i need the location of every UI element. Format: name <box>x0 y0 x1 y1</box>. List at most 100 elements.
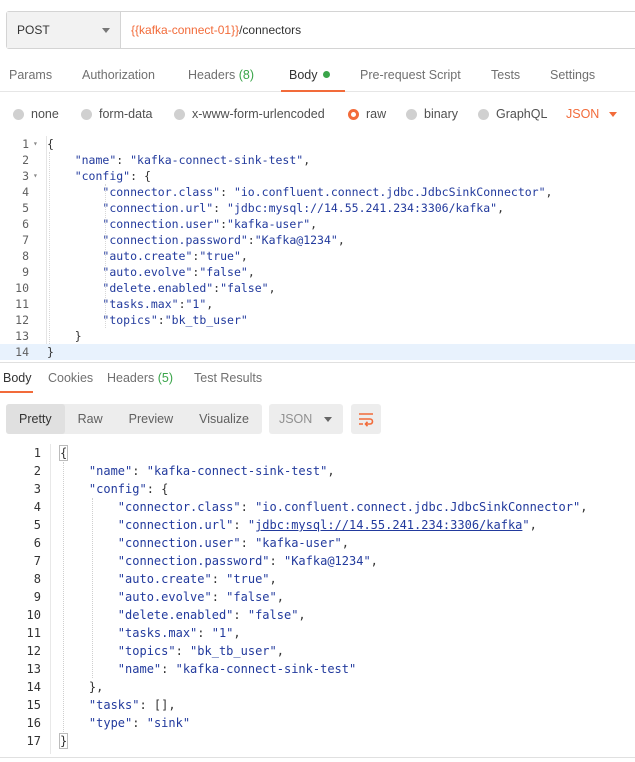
chevron-down-icon <box>323 416 332 422</box>
line-number: 13 <box>15 329 29 343</box>
response-tab-cookies[interactable]: Cookies <box>48 371 93 385</box>
code-text: } <box>58 732 69 750</box>
body-modified-dot-icon <box>322 71 330 78</box>
active-response-tab-indicator <box>0 391 33 393</box>
response-line: 17} <box>0 732 635 750</box>
code-text: } <box>47 345 54 359</box>
radio-button-icon <box>174 108 185 120</box>
editor-line: 6 "connection.user":"kafka-user", <box>0 216 635 232</box>
response-tab-headers[interactable]: Headers (5) <box>107 371 173 385</box>
request-body-editor[interactable]: 1 ▾ {2 "name": "kafka-connect-sink-test", 3… <box>0 136 635 360</box>
code-text: "tasks.max": "1", <box>117 626 241 640</box>
code-text: "connection.user": "kafka-user", <box>117 536 350 550</box>
wrap-lines-button[interactable] <box>350 404 381 434</box>
code-text: } <box>47 329 82 343</box>
code-text: "connector.class": "io.confluent.connect… <box>117 500 588 514</box>
radio-raw[interactable]: raw <box>348 107 386 121</box>
code-text: { <box>58 444 69 462</box>
code-text: "auto.evolve": "false", <box>117 590 284 604</box>
code-text: }, <box>60 680 104 694</box>
wrap-lines-icon <box>358 413 374 427</box>
response-line: 6 "connection.user": "kafka-user", <box>0 534 635 552</box>
body-type-options: none form-data x-www-form-urlencoded raw… <box>0 100 635 128</box>
line-number: 2 <box>22 153 29 167</box>
response-headers-count: (5) <box>157 371 174 385</box>
tab-headers[interactable]: Headers (8) <box>188 68 254 82</box>
radio-selected-icon <box>348 108 359 120</box>
editor-line: 5 "connection.url": "jdbc:mysql://14.55.… <box>0 200 635 216</box>
response-line: 3 "config": { <box>0 480 635 498</box>
response-line: 12 "topics": "bk_tb_user", <box>0 642 635 660</box>
radio-none[interactable]: none <box>13 107 59 121</box>
line-number: 17 <box>26 734 41 748</box>
radio-binary[interactable]: binary <box>406 107 458 121</box>
url-input[interactable]: {{kafka-connect-01}}/connectors <box>121 12 635 48</box>
response-tabs: Body Cookies Headers (5) Test Results <box>0 362 635 393</box>
active-tab-indicator <box>281 90 345 92</box>
code-text: "name": "kafka-connect-sink-test", <box>74 153 311 167</box>
code-text: { <box>47 137 54 151</box>
headers-count: (8) <box>238 68 255 82</box>
line-number: 11 <box>15 297 29 311</box>
view-raw-button[interactable]: Raw <box>65 404 116 434</box>
line-number: 1 <box>22 137 29 151</box>
line-number: 10 <box>15 281 29 295</box>
response-line: 1{ <box>0 444 635 462</box>
tab-params[interactable]: Params <box>9 68 52 82</box>
editor-line: 2 "name": "kafka-connect-sink-test", <box>0 152 635 168</box>
line-number: 4 <box>33 500 41 514</box>
tab-tests[interactable]: Tests <box>491 68 520 82</box>
editor-line: 14} <box>0 344 635 360</box>
editor-line: 3 ▾ "config": { <box>0 168 635 184</box>
tab-settings[interactable]: Settings <box>550 68 595 82</box>
response-line: 16 "type": "sink" <box>0 714 635 732</box>
radio-graphql[interactable]: GraphQL <box>478 107 547 121</box>
view-visualize-button[interactable]: Visualize <box>186 404 262 434</box>
response-line: 13 "name": "kafka-connect-sink-test" <box>0 660 635 678</box>
code-text: "auto.create":"true", <box>102 249 248 263</box>
tab-authorization[interactable]: Authorization <box>82 68 155 82</box>
chevron-down-icon <box>102 27 110 33</box>
code-text: "connection.password":"Kafka@1234", <box>102 233 345 247</box>
method-select[interactable]: POST <box>7 12 121 48</box>
line-number: 1 <box>33 446 41 460</box>
code-text: "tasks.max":"1", <box>102 297 214 311</box>
code-text: "topics":"bk_tb_user" <box>102 313 248 327</box>
response-line: 2 "name": "kafka-connect-sink-test", <box>0 462 635 480</box>
editor-line: 9 "auto.evolve":"false", <box>0 264 635 280</box>
matched-brace: } <box>58 733 69 749</box>
view-pretty-button[interactable]: Pretty <box>6 404 65 434</box>
code-text: "connection.password": "Kafka@1234", <box>117 554 378 568</box>
line-number: 9 <box>22 265 29 279</box>
tab-pre-request-script[interactable]: Pre-request Script <box>360 68 461 82</box>
response-format-select[interactable]: JSON <box>268 404 343 434</box>
response-line: 10 "delete.enabled": "false", <box>0 606 635 624</box>
response-line: 8 "auto.create": "true", <box>0 570 635 588</box>
response-tab-test-results[interactable]: Test Results <box>194 371 262 385</box>
response-line: 15 "tasks": [], <box>0 696 635 714</box>
response-line: 9 "auto.evolve": "false", <box>0 588 635 606</box>
editor-line: 8 "auto.create":"true", <box>0 248 635 264</box>
fold-toggle-icon[interactable]: ▾ <box>33 168 38 184</box>
code-text: "delete.enabled":"false", <box>102 281 276 295</box>
line-number: 14 <box>15 345 29 359</box>
code-text: "topics": "bk_tb_user", <box>117 644 284 658</box>
view-mode-segment: Pretty Raw Preview Visualize <box>6 404 262 434</box>
line-number: 7 <box>22 233 29 247</box>
url-link[interactable]: jdbc:mysql://14.55.241.234:3306/kafka <box>255 518 522 532</box>
line-number: 6 <box>33 536 41 550</box>
tab-body[interactable]: Body <box>289 68 330 82</box>
line-number: 11 <box>26 626 41 640</box>
body-format-select[interactable]: JSON <box>566 107 618 121</box>
radio-form-data[interactable]: form-data <box>81 107 153 121</box>
line-number: 5 <box>33 518 41 532</box>
response-line: 5 "connection.url": "jdbc:mysql://14.55.… <box>0 516 635 534</box>
view-preview-button[interactable]: Preview <box>116 404 186 434</box>
indent-guide <box>105 184 106 328</box>
radio-button-icon <box>478 108 489 120</box>
line-number: 16 <box>26 716 41 730</box>
fold-toggle-icon[interactable]: ▾ <box>33 136 38 152</box>
response-body-viewer[interactable]: 1{2 "name": "kafka-connect-sink-test", 3 … <box>0 444 635 754</box>
response-tab-body[interactable]: Body <box>3 371 32 385</box>
radio-x-www-form-urlencoded[interactable]: x-www-form-urlencoded <box>174 107 325 121</box>
